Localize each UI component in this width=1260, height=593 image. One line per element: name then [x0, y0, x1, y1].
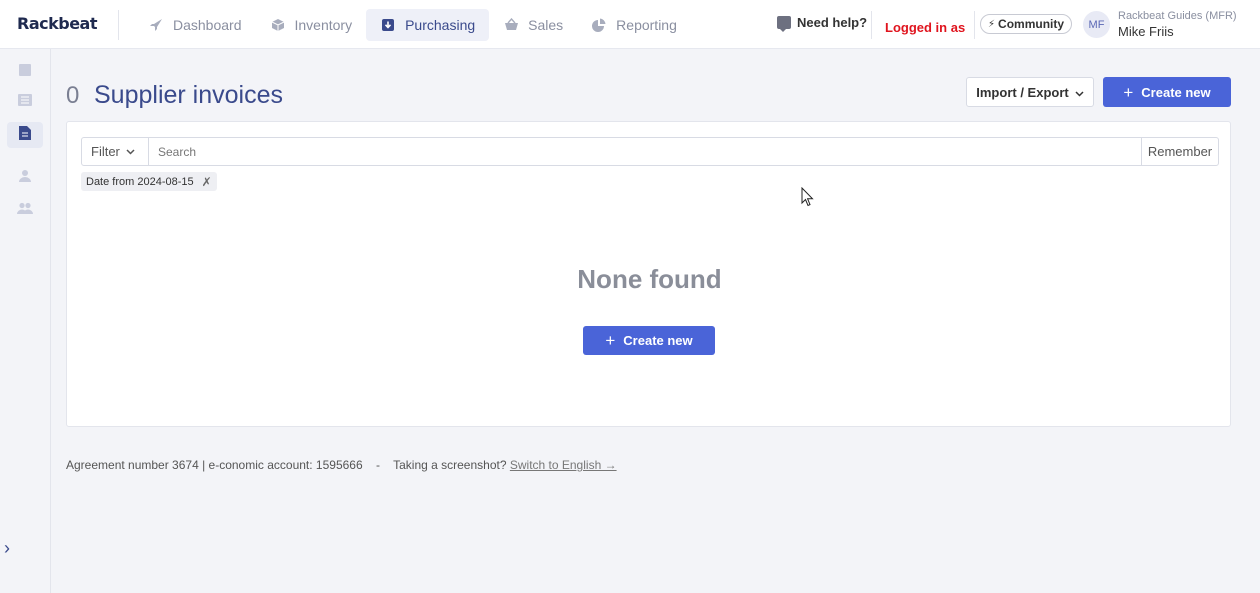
footer-separator: -	[375, 458, 380, 472]
screenshot-text: Taking a screenshot?	[393, 458, 507, 472]
invoices-panel: Filter Remember Date from 2024-08-15 ✗ N…	[66, 121, 1231, 427]
nav-label: Inventory	[294, 17, 353, 33]
plus-icon: +	[605, 331, 616, 350]
rackbeat-logo[interactable]: Rackbeat	[17, 14, 98, 33]
empty-state-create-button[interactable]: + Create new	[583, 326, 715, 355]
nav-label: Reporting	[616, 17, 677, 33]
invoice-icon	[19, 125, 31, 145]
nav-item-sales[interactable]: Sales	[489, 9, 577, 41]
users-icon	[17, 201, 33, 219]
order-icon	[19, 64, 31, 76]
sidebar-item-lists[interactable]	[7, 89, 43, 115]
agreement-text: Agreement number 3674 | e-conomic accoun…	[66, 458, 363, 472]
nav-item-inventory[interactable]: Inventory	[256, 9, 367, 41]
list-icon	[18, 93, 32, 111]
plus-icon: +	[1123, 82, 1134, 102]
sidebar-item-supplier[interactable]	[7, 165, 43, 191]
help-label: Need help?	[797, 15, 868, 30]
record-count: 0	[66, 82, 80, 109]
search-input[interactable]	[149, 138, 1141, 165]
sidebar-item-supplier-invoices[interactable]	[7, 122, 43, 148]
community-label: Community	[998, 17, 1065, 31]
bolt-icon: ⚡	[988, 18, 996, 30]
sidebar: ›	[0, 49, 51, 593]
nav-item-purchasing[interactable]: Purchasing	[366, 9, 490, 41]
chevron-down-icon	[1075, 85, 1084, 100]
import-export-label: Import / Export	[976, 84, 1069, 100]
pie-chart-icon	[591, 17, 607, 33]
filter-bar: Filter Remember	[81, 137, 1219, 166]
top-bar: Rackbeat Dashboard Inventory Purchasing …	[0, 0, 1260, 49]
rocket-icon	[148, 17, 164, 33]
remember-button[interactable]: Remember	[1141, 138, 1218, 165]
filter-dropdown[interactable]: Filter	[82, 138, 149, 165]
nav-label: Dashboard	[173, 17, 242, 33]
divider	[871, 11, 872, 39]
create-new-label: Create new	[1141, 84, 1211, 100]
user-icon	[19, 169, 31, 187]
nav-label: Purchasing	[405, 17, 476, 33]
community-button[interactable]: ⚡ Community	[980, 14, 1073, 34]
import-export-button[interactable]: Import / Export	[966, 77, 1094, 107]
divider	[118, 10, 119, 40]
footer: Agreement number 3674 | e-conomic accoun…	[66, 458, 617, 472]
logged-in-label: Logged in as	[885, 20, 966, 35]
chevron-right-icon[interactable]: ›	[4, 538, 10, 559]
create-new-button[interactable]: + Create new	[1103, 77, 1231, 107]
nav-item-dashboard[interactable]: Dashboard	[134, 9, 256, 41]
sidebar-item-suppliers[interactable]	[7, 197, 43, 223]
main-nav: Dashboard Inventory Purchasing Sales Rep…	[134, 9, 691, 41]
avatar[interactable]: MF	[1083, 11, 1110, 38]
chevron-down-icon	[126, 146, 135, 158]
filter-chip: Date from 2024-08-15 ✗	[81, 172, 217, 191]
download-icon	[380, 17, 396, 33]
filter-label: Filter	[91, 144, 120, 159]
close-icon[interactable]: ✗	[202, 175, 212, 189]
nav-item-reporting[interactable]: Reporting	[577, 9, 691, 41]
chat-icon	[777, 16, 791, 32]
empty-state-message: None found	[577, 264, 722, 294]
create-new-label: Create new	[623, 333, 693, 348]
user-name[interactable]: Mike Friis	[1118, 24, 1174, 39]
divider	[974, 11, 975, 39]
box-icon	[270, 17, 286, 33]
page-title: Supplier invoices	[94, 81, 283, 109]
nav-label: Sales	[528, 17, 564, 33]
mouse-cursor-icon	[801, 186, 814, 212]
org-name: Rackbeat Guides (MFR)	[1118, 10, 1237, 22]
sidebar-item-purchase-orders[interactable]	[7, 57, 43, 83]
filter-chip-label: Date from 2024-08-15	[86, 175, 194, 188]
basket-icon	[503, 17, 519, 33]
switch-language-link[interactable]: Switch to English →	[510, 458, 617, 472]
need-help-link[interactable]: Need help?	[777, 15, 868, 32]
